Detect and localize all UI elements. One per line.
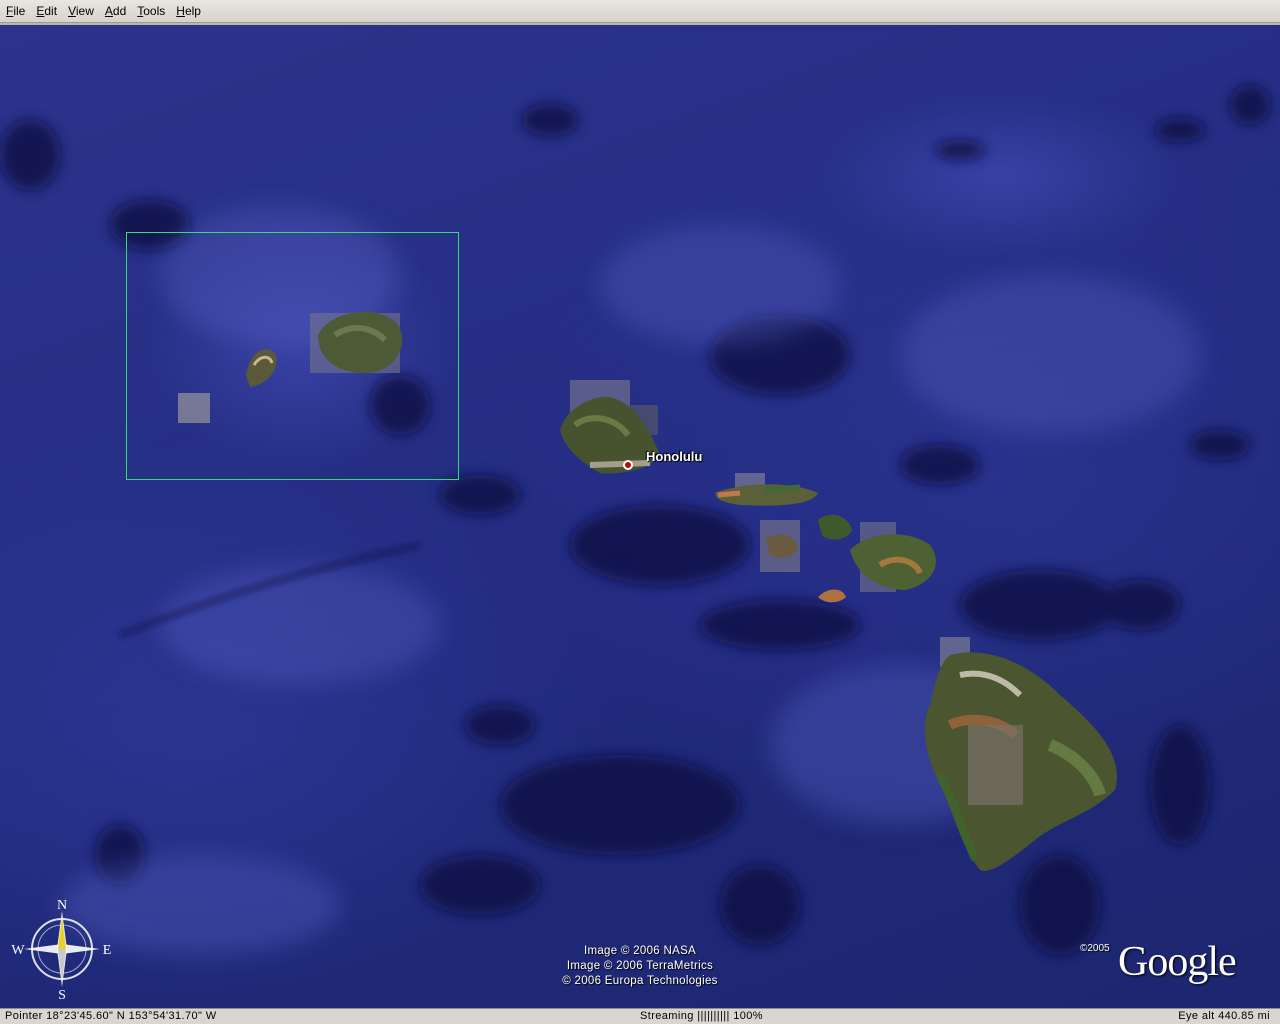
compass-w-label: W (11, 943, 25, 958)
eye-altitude: Eye alt 440.85 mi (1178, 1010, 1270, 1022)
menu-tools[interactable]: Tools (131, 0, 170, 22)
credit-line: Image © 2006 TerraMetrics (566, 960, 714, 972)
island-kahoolawe (818, 589, 846, 603)
google-logo: Google (1118, 939, 1237, 985)
island-oahu (560, 380, 660, 474)
map-viewport[interactable]: Honolulu Image © 2006 NASA Image © 2006 … (0, 25, 1280, 1008)
compass-icon[interactable]: N S E W (10, 897, 114, 1001)
honolulu-placemark-label[interactable]: Honolulu (646, 449, 702, 464)
region-selection-box[interactable] (126, 232, 459, 480)
compass-e-label: E (103, 943, 112, 958)
menu-bar: File Edit View Add Tools Help (0, 0, 1280, 23)
island-maui (818, 514, 936, 592)
imagery-credits: Image © 2006 NASA Image © 2006 TerraMetr… (520, 944, 760, 989)
compass-n-label: N (57, 898, 67, 913)
menu-help[interactable]: Help (170, 0, 206, 22)
credit-line: Image © 2006 NASA (583, 945, 697, 957)
pointer-coordinates: Pointer 18°23'45.60" N 153°54'31.70" W (5, 1010, 217, 1022)
credit-line: © 2006 Europa Technologies (562, 975, 718, 987)
google-copyright: ©2005 (1080, 943, 1110, 954)
menu-view[interactable]: View (62, 0, 99, 22)
ridge-shadows (0, 85, 1270, 955)
island-molokai (715, 473, 818, 506)
menu-edit[interactable]: Edit (30, 0, 62, 22)
menu-add[interactable]: Add (99, 0, 131, 22)
island-lanai (760, 520, 800, 572)
honolulu-placemark-icon[interactable] (623, 460, 633, 470)
ocean-terrain (0, 85, 1270, 955)
compass-s-label: S (58, 988, 66, 1001)
island-hawaii (924, 637, 1117, 871)
status-bar: Pointer 18°23'45.60" N 153°54'31.70" W S… (0, 1008, 1280, 1024)
streaming-progress: Streaming |||||||||| 100% (640, 1010, 763, 1022)
menu-file[interactable]: File (0, 0, 30, 22)
